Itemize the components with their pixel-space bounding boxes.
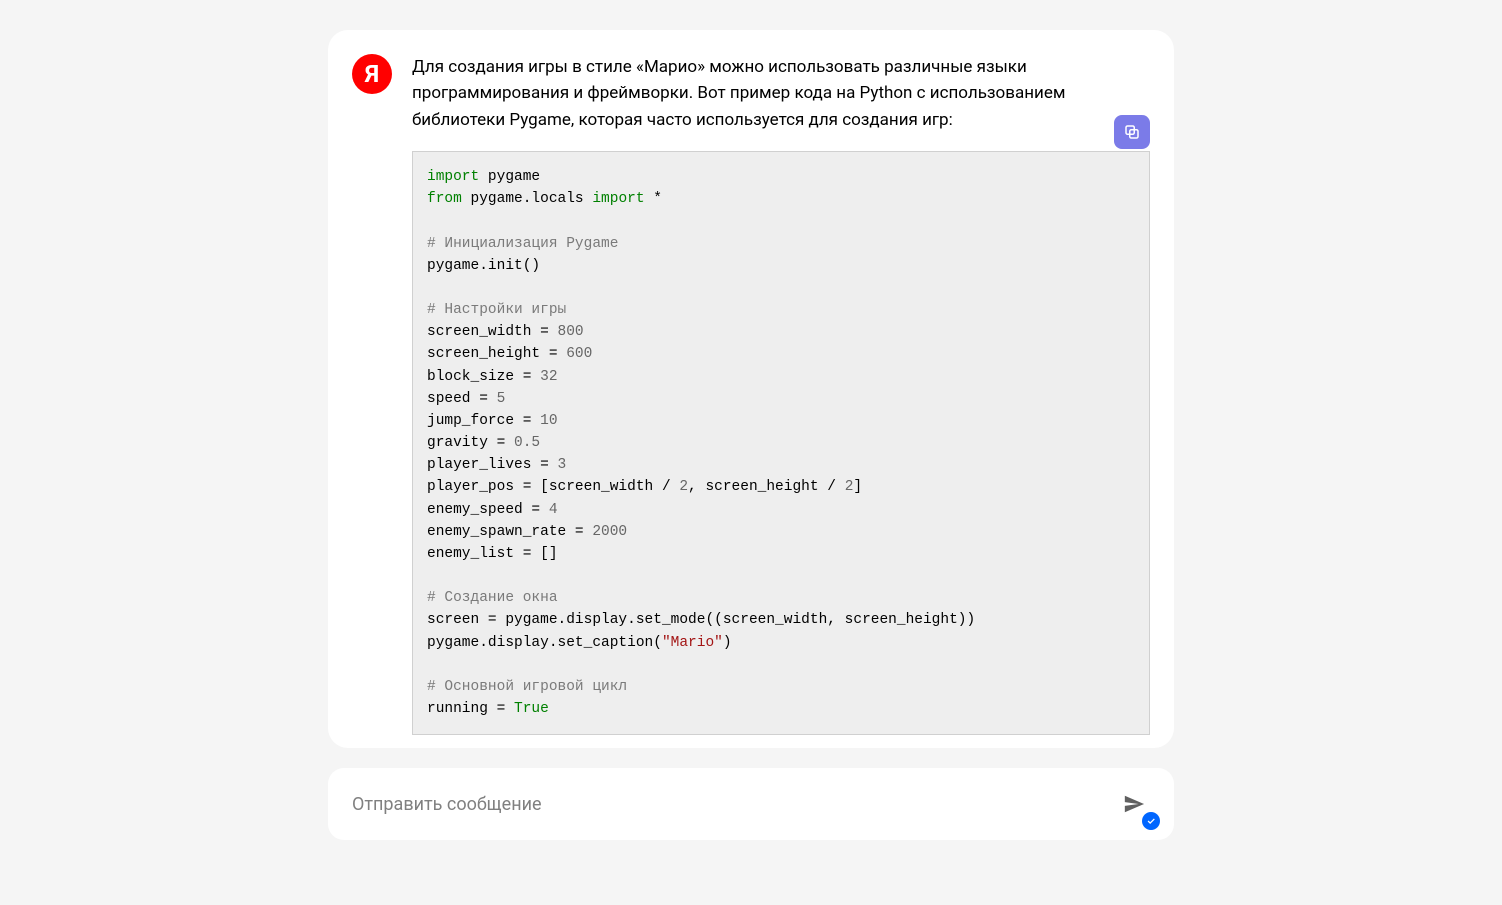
check-icon [1146, 816, 1156, 826]
send-icon [1123, 793, 1145, 815]
avatar-letter: Я [365, 60, 379, 88]
chat-container: Я Для создания игры в стиле «Марио» можн… [328, 30, 1174, 748]
message-input-bar[interactable]: Отправить сообщение [328, 768, 1174, 840]
code-block: import pygame from pygame.locals import … [412, 151, 1150, 735]
copy-icon [1123, 123, 1141, 141]
message-content: Для создания игры в стиле «Марио» можно … [412, 54, 1150, 735]
copy-code-button[interactable] [1114, 115, 1150, 149]
send-button[interactable] [1118, 788, 1150, 820]
message-intro-text: Для создания игры в стиле «Марио» можно … [412, 54, 1150, 133]
assistant-avatar: Я [352, 54, 392, 94]
assistant-message: Я Для создания игры в стиле «Марио» можн… [352, 54, 1150, 735]
code-block-wrapper: import pygame from pygame.locals import … [412, 151, 1150, 735]
verified-badge [1142, 812, 1160, 830]
message-input-placeholder: Отправить сообщение [352, 794, 542, 815]
